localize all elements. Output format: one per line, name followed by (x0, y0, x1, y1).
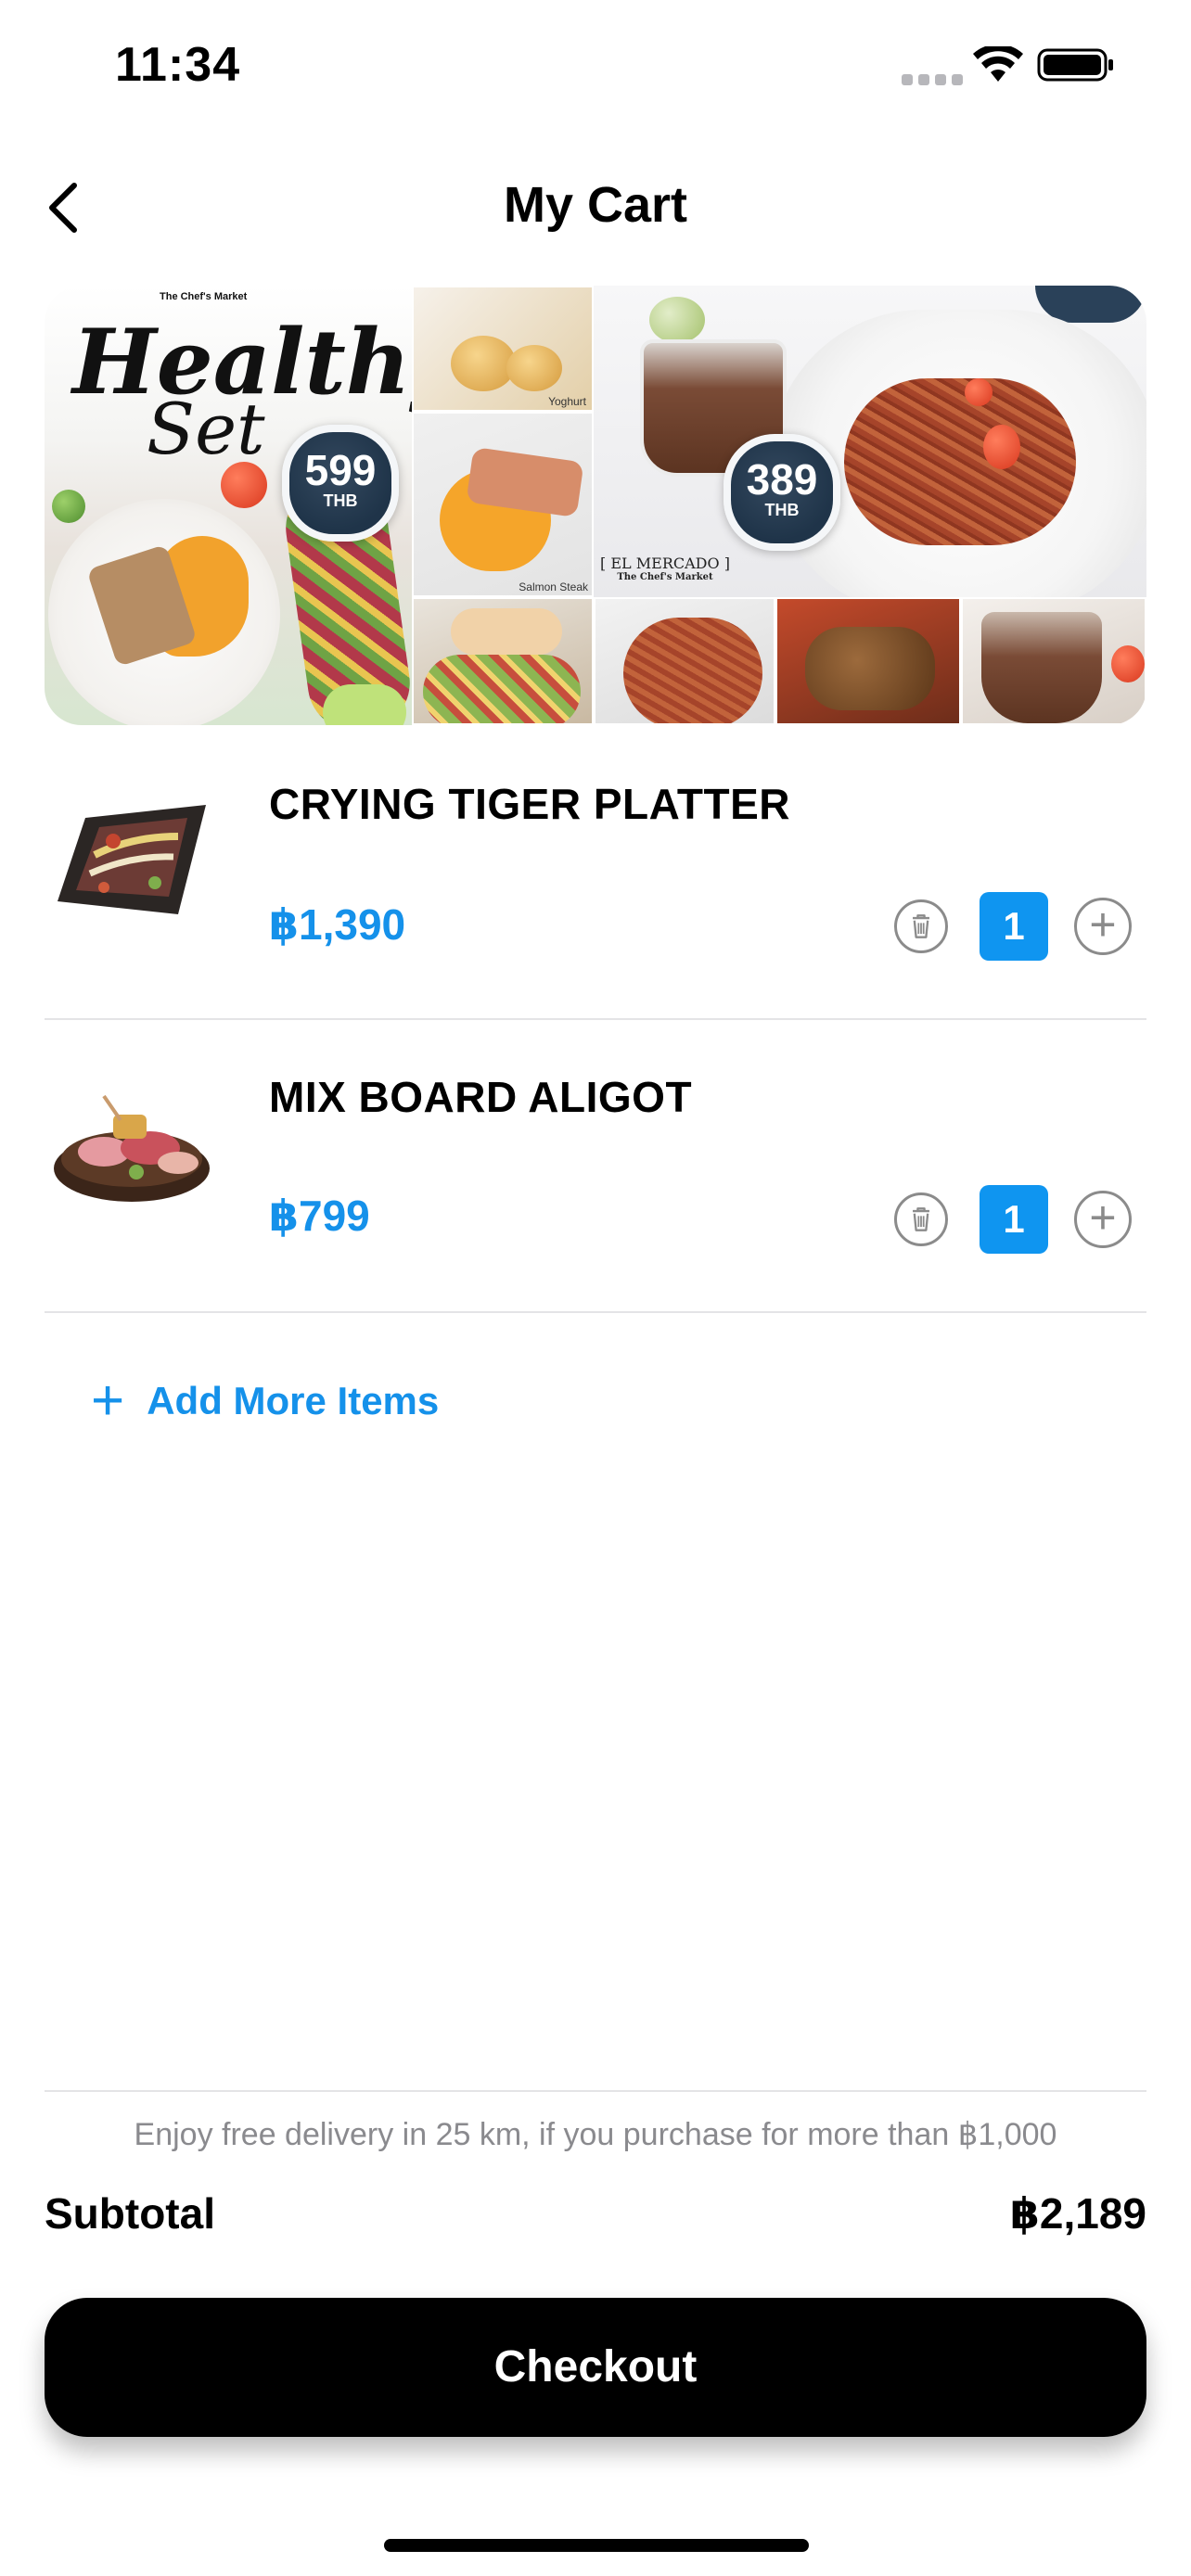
herb-decoration (52, 490, 85, 523)
subtotal-label: Subtotal (45, 2189, 215, 2238)
quantity-value[interactable]: 1 (980, 892, 1048, 961)
status-time: 11:34 (115, 38, 241, 92)
battery-icon (1037, 48, 1113, 82)
salmon-caption: Salmon Steak (519, 580, 588, 593)
cart-item: CRYING TIGER PLATTER ฿1,390 1 + (45, 742, 1146, 1020)
delivery-note: Enjoy free delivery in 25 km, if you pur… (134, 2117, 1057, 2152)
add-more-items-button[interactable]: + Add More Items (91, 1372, 439, 1430)
healthy-set-panel: The Chef's Market Healthy Set 599 THB (45, 286, 462, 725)
plus-icon: + (91, 1369, 125, 1433)
brand-label: The Chef's Market (160, 291, 248, 302)
item-price: ฿799 (269, 1192, 370, 1240)
subtotal-value: ฿2,189 (1009, 2189, 1146, 2238)
plus-circle-icon[interactable]: + (1074, 1191, 1132, 1248)
footer-divider (45, 2090, 1146, 2092)
crying-tiger-platter-image (58, 805, 206, 914)
bowl-image (323, 684, 406, 725)
item-name: CRYING TIGER PLATTER (269, 780, 790, 828)
headline-set: Set (147, 388, 265, 470)
plus-circle-icon[interactable]: + (1074, 898, 1132, 955)
yoghurt-caption: Yoghurt (548, 395, 586, 408)
wifi-icon (973, 46, 1023, 82)
trash-icon[interactable] (894, 899, 948, 953)
mix-board-aligot-image (54, 1094, 210, 1202)
promo-banner[interactable]: The Chef's Market Healthy Set 599 THB Yo… (45, 286, 1146, 725)
tomato-decoration (221, 462, 267, 508)
pasta-hero-image: 389 THB [ EL MERCADO ] The Chef's Market (594, 286, 1146, 616)
mercado-label: [ EL MERCADO ] The Chef's Market (600, 555, 730, 582)
item-name: MIX BOARD ALIGOT (269, 1073, 693, 1121)
croquette-tile (775, 597, 961, 725)
home-indicator[interactable] (384, 2539, 809, 2552)
salmon-tile: Salmon Steak (412, 412, 594, 597)
item-price: ฿1,390 (269, 900, 406, 949)
checkout-button[interactable]: Checkout (45, 2298, 1146, 2437)
salad-tile (412, 597, 594, 725)
quantity-value[interactable]: 1 (980, 1185, 1048, 1254)
page-title: My Cart (503, 177, 688, 233)
status-bar: 11:34 (0, 0, 1191, 130)
bread-tile: Yoghurt (412, 286, 594, 412)
spaghetti-tile (594, 597, 775, 725)
cellular-signal-icon (902, 74, 963, 85)
headline-healthy: Healthy (72, 310, 463, 414)
price-badge: 599 THB (282, 425, 399, 542)
nav-header: My Cart (0, 158, 1191, 260)
mousse-tile (961, 597, 1146, 725)
price-badge-2: 389 THB (724, 434, 840, 551)
add-more-items-label: Add More Items (147, 1379, 440, 1422)
cart-item: MIX BOARD ALIGOT ฿799 1 + (45, 1035, 1146, 1313)
trash-icon[interactable] (894, 1192, 948, 1246)
